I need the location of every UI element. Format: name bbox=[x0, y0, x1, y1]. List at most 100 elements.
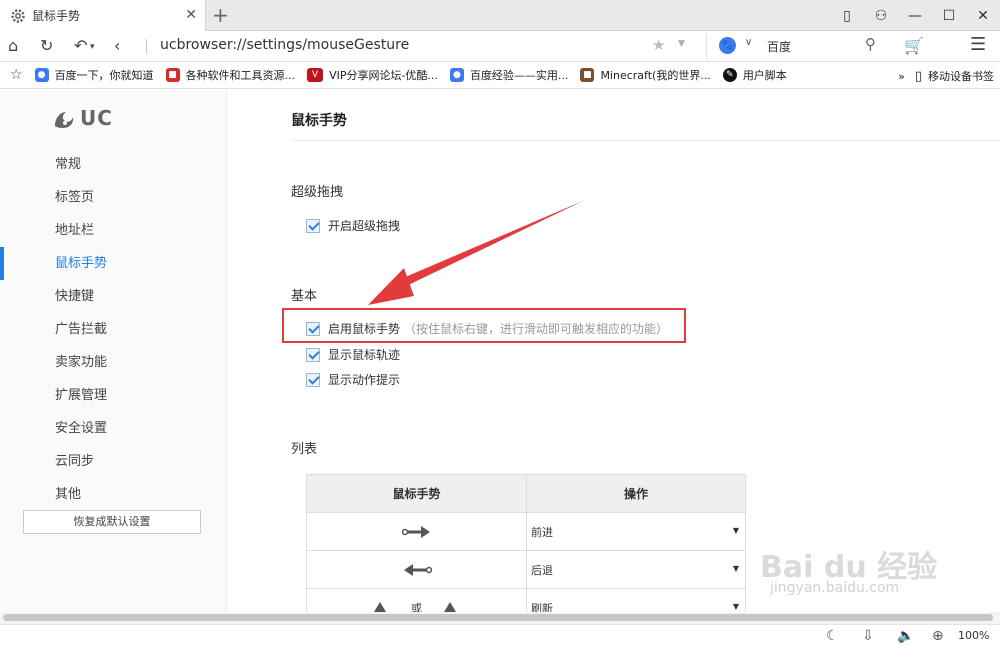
show-action-label: 显示动作提示 bbox=[328, 373, 401, 387]
show-action-checkbox-row[interactable]: 显示动作提示 bbox=[306, 371, 400, 388]
gear-icon bbox=[11, 8, 25, 23]
new-tab-button[interactable]: + bbox=[212, 3, 229, 27]
bookmark-star-icon[interactable]: ★ bbox=[652, 36, 665, 54]
search-box[interactable]: 🐾 ∨ 百度 ⚲ bbox=[706, 34, 886, 59]
zoom-level[interactable]: 100% bbox=[958, 629, 989, 642]
sidebar-item-sync[interactable]: 云同步 bbox=[0, 445, 226, 478]
reset-defaults-button[interactable]: 恢复成默认设置 bbox=[23, 510, 201, 534]
mobile-bookmarks-link[interactable]: 移动设备书签 bbox=[928, 68, 994, 84]
star-dropdown-icon[interactable]: ▼ bbox=[678, 39, 685, 49]
action-select[interactable]: 后退 ▼ bbox=[527, 551, 745, 588]
table-header: 鼠标手势 操作 bbox=[307, 475, 745, 513]
table-row: 前进 ▼ bbox=[307, 513, 745, 551]
reload-icon[interactable]: ↻ bbox=[40, 36, 53, 55]
settings-sidebar: UC 常规 标签页 地址栏 鼠标手势 快捷键 广告拦截 卖家功能 扩展管理 安全… bbox=[0, 90, 227, 612]
gesture-right-icon bbox=[307, 513, 527, 550]
sidebar-item-adblock[interactable]: 广告拦截 bbox=[0, 313, 226, 346]
vip-icon: V bbox=[307, 68, 324, 82]
home-icon[interactable]: ⌂ bbox=[8, 36, 18, 55]
night-mode-icon[interactable]: ☾ bbox=[826, 628, 839, 644]
sidebar-item-seller[interactable]: 卖家功能 bbox=[0, 346, 226, 379]
dropdown-caret-icon: ▼ bbox=[732, 564, 739, 573]
minecraft-block-icon: ■ bbox=[580, 68, 595, 82]
baidu-paw-icon: ● bbox=[449, 68, 464, 82]
logo-text: UC bbox=[80, 106, 113, 130]
bookmark-item[interactable]: V VIP分享网论坛-优酷... bbox=[307, 67, 438, 83]
download-icon[interactable]: ⇩ bbox=[862, 628, 874, 644]
tab-close-icon[interactable]: ✕ bbox=[185, 7, 197, 23]
show-trail-checkbox[interactable] bbox=[306, 347, 320, 362]
minimize-button[interactable]: — bbox=[898, 8, 932, 24]
bookmarks-bar: ☆ ● 百度一下，你就知道 ■ 各种软件和工具资源... V VIP分享网论坛-优酷.… bbox=[0, 62, 1000, 89]
horizontal-scrollbar[interactable] bbox=[0, 612, 1000, 624]
baidu-paw-icon: ● bbox=[34, 68, 49, 82]
highlight-box bbox=[282, 308, 686, 343]
url-divider bbox=[146, 39, 147, 54]
close-window-button[interactable]: ✕ bbox=[966, 8, 1000, 24]
cart-icon[interactable]: 🛒 bbox=[904, 36, 924, 55]
address-input[interactable]: ucbrowser://settings/mouseGesture bbox=[160, 37, 409, 53]
bookmark-item[interactable]: ■ Minecraft(我的世界... bbox=[580, 67, 711, 83]
page-title: 鼠标手势 bbox=[291, 113, 347, 129]
super-drag-checkbox[interactable] bbox=[306, 218, 320, 233]
search-engine-dropdown-icon[interactable]: ∨ bbox=[745, 37, 752, 48]
settings-main: 鼠标手势 超级拖拽 开启超级拖拽 基本 启用鼠标手势 （按住鼠标右键，进行滑动即… bbox=[227, 90, 1000, 627]
search-icon[interactable]: ⚲ bbox=[865, 35, 876, 53]
tab-bar: 鼠标手势 ✕ + ▯ ⚇ — ☐ ✕ bbox=[0, 0, 1000, 31]
gesture-table: 鼠标手势 操作 前进 ▼ 后退 ▼ 或 刷新 ▼ bbox=[306, 474, 746, 627]
sidebar-item-address-bar[interactable]: 地址栏 bbox=[0, 214, 226, 247]
window-controls: ▯ ⚇ — ☐ ✕ bbox=[830, 0, 1000, 31]
undo-dropdown-icon[interactable]: ▾ bbox=[90, 42, 95, 52]
bookmarks-right: » ▯ 移动设备书签 bbox=[898, 68, 994, 84]
undo-icon[interactable]: ↶ bbox=[74, 36, 87, 55]
maximize-button[interactable]: ☐ bbox=[932, 8, 966, 24]
bookmark-item[interactable]: ■ 各种软件和工具资源... bbox=[165, 67, 295, 83]
bookmark-item[interactable]: ● 百度一下，你就知道 bbox=[34, 67, 154, 83]
bookmark-item[interactable]: ● 百度经验——实用... bbox=[449, 67, 568, 83]
show-trail-label: 显示鼠标轨迹 bbox=[328, 348, 401, 362]
column-header-action: 操作 bbox=[623, 487, 648, 501]
tab-settings[interactable]: 鼠标手势 ✕ bbox=[0, 0, 206, 31]
section-basic: 基本 bbox=[291, 289, 318, 304]
bookmarks-star-icon[interactable]: ☆ bbox=[10, 67, 23, 83]
sidebar-item-other[interactable]: 其他 bbox=[0, 478, 226, 511]
show-trail-checkbox-row[interactable]: 显示鼠标轨迹 bbox=[306, 346, 400, 363]
super-drag-label: 开启超级拖拽 bbox=[328, 219, 401, 233]
tab-title: 鼠标手势 bbox=[32, 9, 81, 23]
column-header-gesture: 鼠标手势 bbox=[307, 475, 527, 512]
section-super-drag: 超级拖拽 bbox=[291, 185, 344, 200]
sidebar-item-shortcuts[interactable]: 快捷键 bbox=[0, 280, 226, 313]
title-divider bbox=[291, 140, 1000, 141]
more-bookmarks-button[interactable]: » bbox=[898, 70, 905, 83]
bookmark-item[interactable]: ✎ 用户脚本 bbox=[722, 67, 787, 83]
status-bar: ☾ ⇩ 🔈 ⊕ 100% bbox=[0, 624, 1000, 647]
script-icon: ✎ bbox=[722, 68, 737, 82]
sidebar-item-security[interactable]: 安全设置 bbox=[0, 412, 226, 445]
settings-nav: 常规 标签页 地址栏 鼠标手势 快捷键 广告拦截 卖家功能 扩展管理 安全设置 … bbox=[0, 148, 226, 511]
dropdown-caret-icon: ▼ bbox=[732, 526, 739, 535]
zoom-icon[interactable]: ⊕ bbox=[932, 628, 944, 644]
uc-squirrel-icon bbox=[55, 112, 74, 128]
watermark-url: jingyan.baidu.com bbox=[770, 580, 900, 596]
sidebar-item-general[interactable]: 常规 bbox=[0, 148, 226, 181]
table-row: 后退 ▼ bbox=[307, 551, 745, 589]
skin-icon[interactable]: ⚇ bbox=[864, 8, 898, 24]
action-select[interactable]: 前进 ▼ bbox=[527, 513, 745, 550]
search-input[interactable]: 百度 bbox=[767, 38, 791, 55]
super-drag-checkbox-row[interactable]: 开启超级拖拽 bbox=[306, 217, 400, 234]
menu-icon[interactable]: ☰ bbox=[970, 34, 986, 55]
back-icon[interactable]: ‹ bbox=[114, 36, 120, 55]
red-square-icon: ■ bbox=[165, 68, 180, 82]
uc-logo: UC bbox=[52, 106, 113, 130]
sidebar-item-mouse-gesture[interactable]: 鼠标手势 bbox=[0, 247, 226, 280]
sidebar-item-tabs[interactable]: 标签页 bbox=[0, 181, 226, 214]
volume-icon[interactable]: 🔈 bbox=[897, 628, 914, 644]
mobile-icon: ▯ bbox=[914, 68, 922, 84]
sidebar-item-extensions[interactable]: 扩展管理 bbox=[0, 379, 226, 412]
settings-page: UC 常规 标签页 地址栏 鼠标手势 快捷键 广告拦截 卖家功能 扩展管理 安全… bbox=[0, 90, 1000, 627]
show-action-checkbox[interactable] bbox=[306, 372, 320, 387]
baidu-icon[interactable]: 🐾 bbox=[719, 37, 736, 54]
dropdown-caret-icon: ▼ bbox=[732, 602, 739, 611]
scrollbar-thumb[interactable] bbox=[3, 614, 993, 621]
sidebar-toggle-icon[interactable]: ▯ bbox=[830, 8, 864, 24]
